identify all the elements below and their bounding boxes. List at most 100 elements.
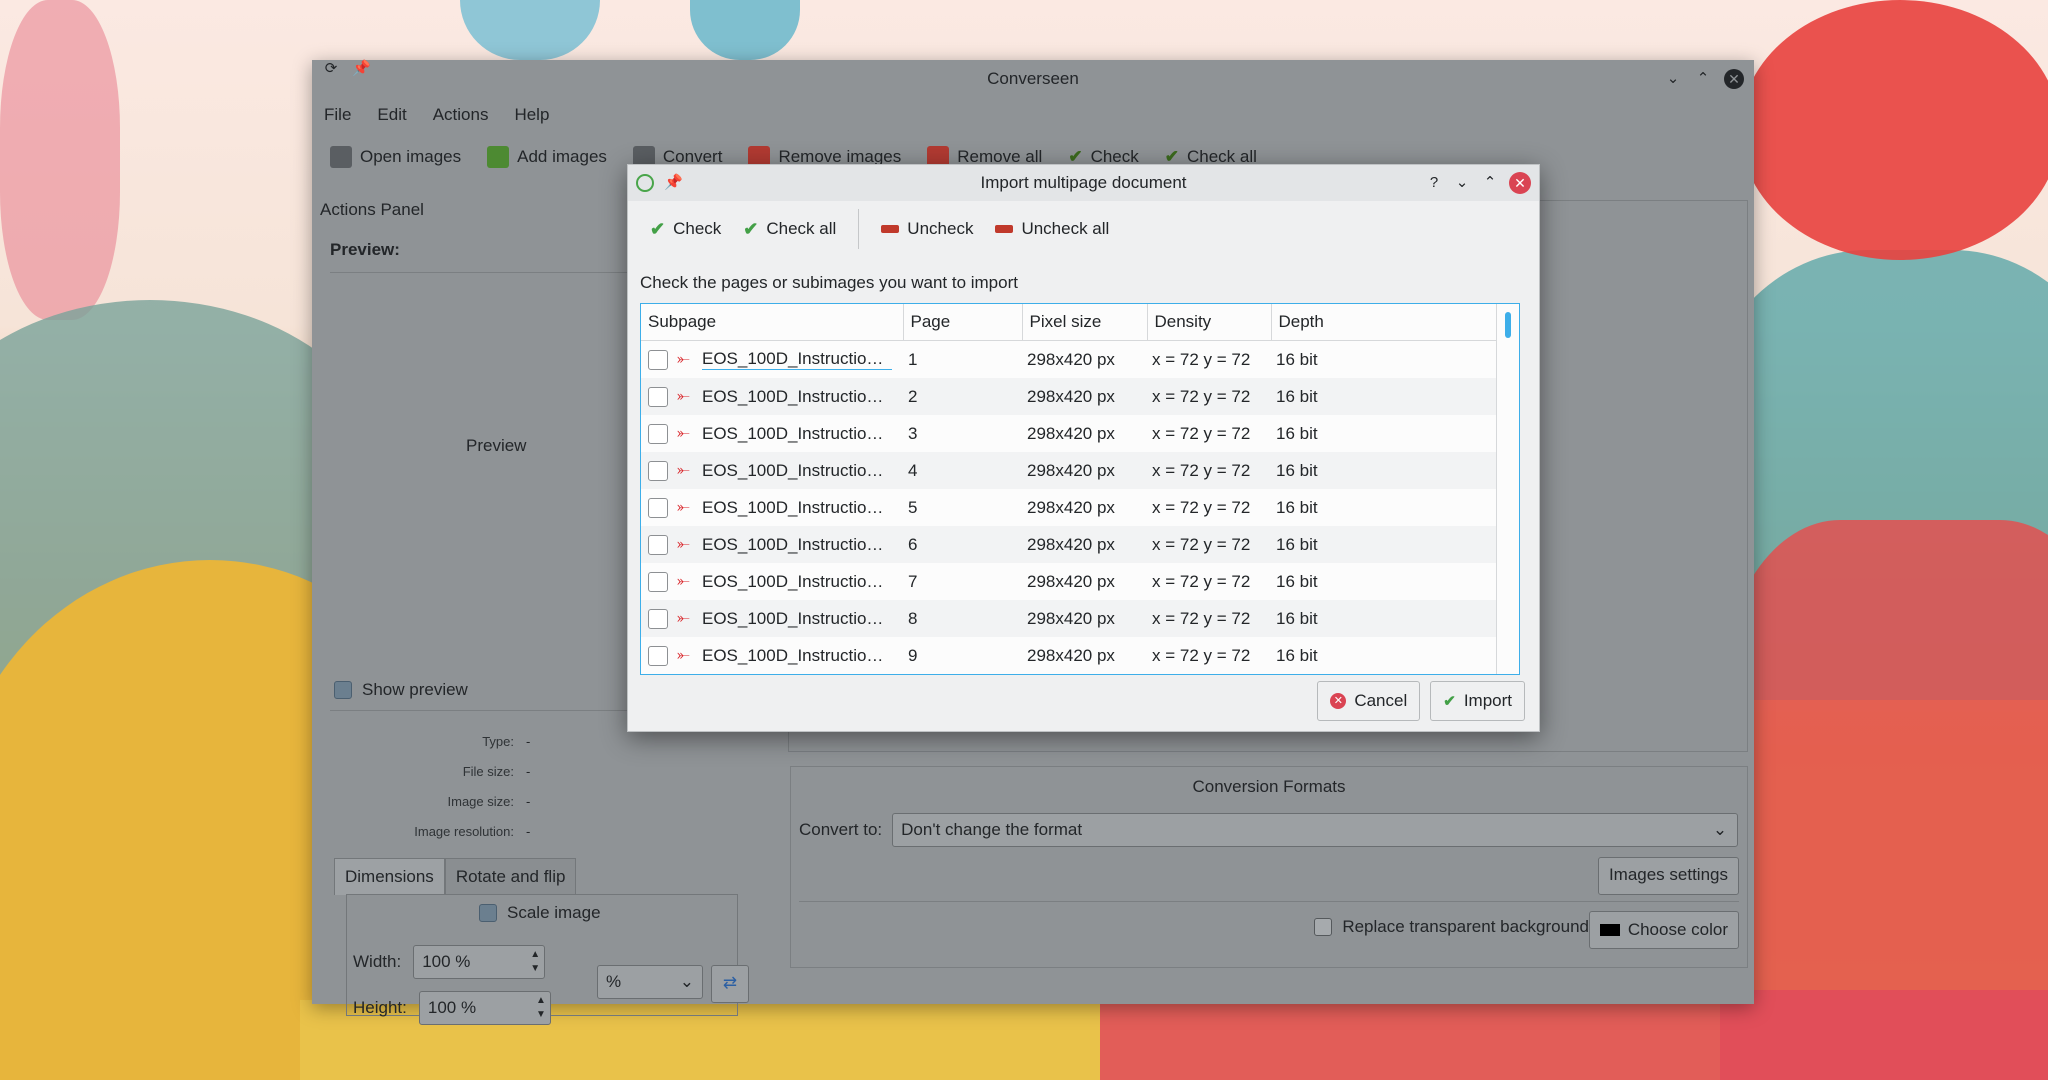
row-checkbox[interactable] xyxy=(648,608,668,629)
replace-background-label: Replace transparent background xyxy=(1342,917,1589,936)
depth-cell: 16 bit xyxy=(1276,423,1318,443)
row-checkbox[interactable] xyxy=(648,386,668,407)
table-row[interactable]: ⤜ EOS_100D_Instruction_... 7 298x420 px x = … xyxy=(641,563,1497,600)
subpage-name: EOS_100D_Instruction_... xyxy=(702,534,892,554)
page-cell: 4 xyxy=(903,452,1022,489)
pin-icon[interactable]: 📌 xyxy=(664,174,683,192)
height-row: Height: 100 % ▲ ▼ xyxy=(353,991,551,1025)
import-button[interactable]: ✔ Import xyxy=(1430,681,1525,721)
subpage-name: EOS_100D_Instruction_... xyxy=(702,645,892,665)
show-preview-label: Show preview xyxy=(362,680,468,699)
tab-dimensions[interactable]: Dimensions xyxy=(334,858,445,895)
minimize-icon[interactable]: ⌄ xyxy=(1664,70,1682,88)
spin-arrows-icon[interactable]: ▲ ▼ xyxy=(530,948,540,976)
column-header-pixel-size[interactable]: Pixel size xyxy=(1022,304,1148,341)
import-icon: ✔ xyxy=(1443,693,1456,710)
instruction-text: Check the pages or subimages you want to… xyxy=(640,273,1018,292)
maximize-icon[interactable]: ⌃ xyxy=(1694,70,1712,88)
help-icon[interactable]: ? xyxy=(1425,174,1443,192)
row-checkbox[interactable] xyxy=(648,423,668,444)
window-title: Converseen xyxy=(987,69,1079,88)
width-value: 100 % xyxy=(422,952,471,971)
info-value: - xyxy=(526,733,531,749)
scale-image-toggle[interactable]: Scale image xyxy=(479,903,601,923)
choose-color-button[interactable]: Choose color xyxy=(1588,911,1739,949)
show-preview-checkbox[interactable] xyxy=(334,681,352,699)
close-window-icon[interactable]: ✕ xyxy=(1724,69,1744,89)
width-spinbox[interactable]: 100 % ▲ ▼ xyxy=(413,945,546,979)
subpage-cell: ⤜ EOS_100D_Instruction_... xyxy=(641,452,903,489)
pdf-icon: ⤜ xyxy=(677,424,690,442)
unit-select[interactable]: % ⌄ xyxy=(597,965,703,999)
density-cell: x = 72 y = 72 xyxy=(1147,526,1271,563)
dialog-uncheck-all-button[interactable]: Uncheck all xyxy=(991,219,1113,239)
subpage-cell: ⤜ EOS_100D_Instruction_... xyxy=(641,600,903,637)
add-images-button[interactable]: Add images xyxy=(487,146,607,168)
height-spinbox[interactable]: 100 % ▲ ▼ xyxy=(418,991,551,1025)
pixel-size-cell: 298x420 px xyxy=(1027,349,1115,369)
menu-file[interactable]: File xyxy=(324,105,351,125)
table-row[interactable]: ⤜ EOS_100D_Instruction_... 8 298x420 px x = … xyxy=(641,600,1497,637)
wallpaper-shape xyxy=(1740,0,2048,260)
wallpaper-shape xyxy=(460,0,600,60)
row-checkbox[interactable] xyxy=(648,534,668,555)
table-row[interactable]: ⤜ EOS_100D_Instruction_... 9 298x420 px x = … xyxy=(641,637,1497,674)
open-images-button[interactable]: Open images xyxy=(330,146,461,168)
column-header-depth[interactable]: Depth xyxy=(1271,304,1498,341)
pixel-size-cell: 298x420 px xyxy=(1027,571,1115,591)
row-checkbox[interactable] xyxy=(648,645,668,666)
show-preview-toggle[interactable]: Show preview xyxy=(334,680,468,700)
table-row[interactable]: ⤜ EOS_100D_Instruction_... 1 298x420 px x = … xyxy=(641,341,1497,379)
column-header-page[interactable]: Page xyxy=(903,304,1023,341)
dialog-uncheck-button[interactable]: Uncheck xyxy=(877,219,977,239)
column-header-density[interactable]: Density xyxy=(1147,304,1272,341)
menu-edit[interactable]: Edit xyxy=(377,105,406,125)
replace-background-toggle[interactable]: Replace transparent background xyxy=(1314,917,1589,937)
pin-icon[interactable]: 📌 xyxy=(352,60,371,78)
depth-cell: 16 bit xyxy=(1276,497,1318,517)
table-row[interactable]: ⤜ EOS_100D_Instruction_... 6 298x420 px x = … xyxy=(641,526,1497,563)
row-checkbox[interactable] xyxy=(648,571,668,592)
info-value: - xyxy=(526,763,531,779)
density-cell: x = 72 y = 72 xyxy=(1152,497,1251,517)
table-row[interactable]: ⤜ EOS_100D_Instruction_... 2 298x420 px x = … xyxy=(641,378,1497,415)
depth-cell: 16 bit xyxy=(1276,645,1318,665)
pixel-size-cell: 298x420 px xyxy=(1022,526,1147,563)
table-row[interactable]: ⤜ EOS_100D_Instruction_... 5 298x420 px x = … xyxy=(641,489,1497,526)
cancel-button[interactable]: ✕ Cancel xyxy=(1317,681,1421,721)
app-icon xyxy=(636,174,654,192)
table-row[interactable]: ⤜ EOS_100D_Instruction_... 3 298x420 px x = … xyxy=(641,415,1497,452)
dialog-check-button[interactable]: ✔ Check xyxy=(646,219,725,240)
density-cell: x = 72 y = 72 xyxy=(1147,452,1271,489)
close-dialog-icon[interactable]: ✕ xyxy=(1509,172,1531,194)
choose-color-label: Choose color xyxy=(1627,920,1728,939)
unit-value: % xyxy=(606,972,622,991)
row-checkbox[interactable] xyxy=(648,349,668,370)
column-header-subpage[interactable]: Subpage xyxy=(641,304,904,341)
spin-arrows-icon[interactable]: ▲ ▼ xyxy=(536,994,546,1022)
preview-placeholder: Preview xyxy=(466,436,527,455)
menu-actions[interactable]: Actions xyxy=(433,105,489,125)
vertical-scrollbar[interactable] xyxy=(1496,304,1519,674)
menu-help[interactable]: Help xyxy=(514,105,549,125)
tab-rotate-and-flip[interactable]: Rotate and flip xyxy=(444,858,577,895)
depth-cell: 16 bit xyxy=(1276,571,1318,591)
scrollbar-thumb[interactable] xyxy=(1505,312,1511,338)
info-key: Image resolution: xyxy=(414,823,514,839)
scale-image-checkbox[interactable] xyxy=(479,904,497,922)
maximize-icon[interactable]: ⌃ xyxy=(1481,174,1499,192)
dialog-check-all-button[interactable]: ✔ Check all xyxy=(739,219,840,240)
row-checkbox[interactable] xyxy=(648,497,668,518)
subpage-name: EOS_100D_Instruction_... xyxy=(702,460,892,480)
minimize-icon[interactable]: ⌄ xyxy=(1453,174,1471,192)
subpage-table[interactable]: Subpage Page Pixel size Density Depth ⤜ E… xyxy=(640,303,1520,675)
dialog-check-all-label: Check all xyxy=(766,219,837,238)
images-settings-button[interactable]: Images settings xyxy=(1597,857,1739,895)
aspect-link-button[interactable]: ⇄ xyxy=(711,965,749,1003)
link-icon: ⇄ xyxy=(722,973,738,992)
info-value: - xyxy=(526,823,531,839)
replace-background-checkbox[interactable] xyxy=(1314,918,1333,936)
table-row[interactable]: ⤜ EOS_100D_Instruction_... 4 298x420 px x = … xyxy=(641,452,1497,489)
convert-to-select[interactable]: Don't change the format ⌄ xyxy=(892,813,1739,847)
row-checkbox[interactable] xyxy=(648,460,668,481)
